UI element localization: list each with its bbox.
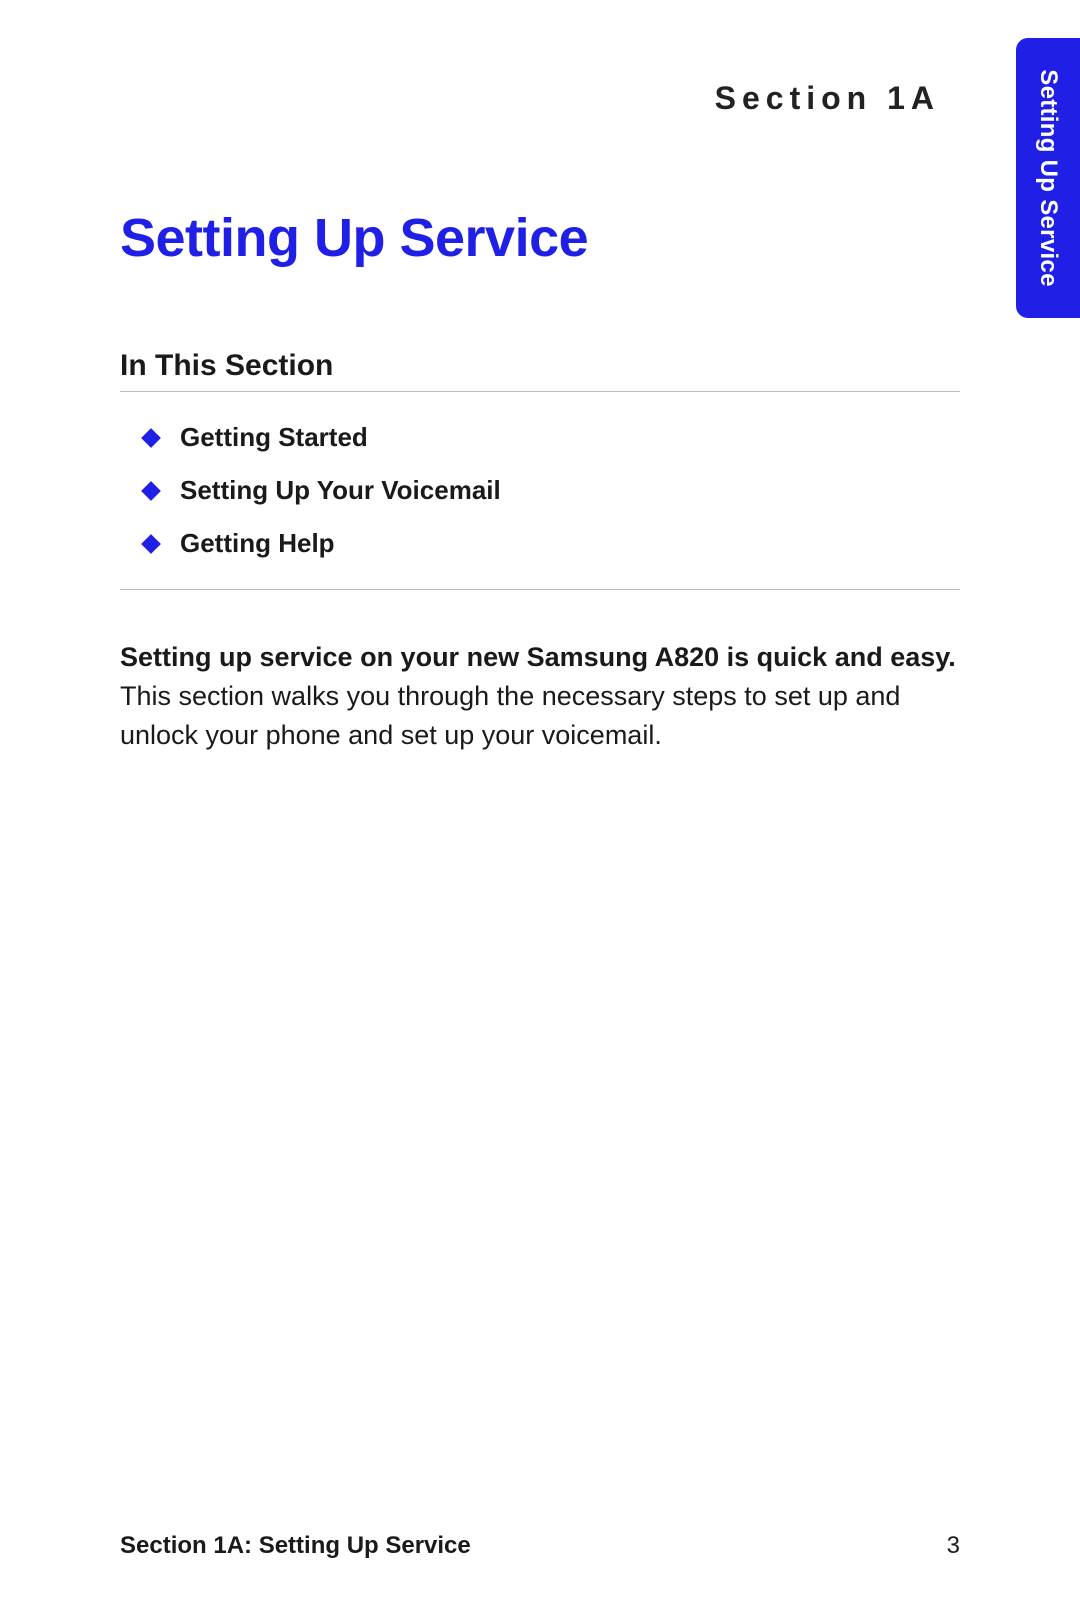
page-container: Section 1A Setting Up Service In This Se… [0, 0, 1080, 1620]
page-title: Setting Up Service [120, 207, 960, 269]
toc-list: Getting Started Setting Up Your Voicemai… [120, 422, 960, 559]
diamond-icon [141, 481, 161, 501]
page-footer: Section 1A: Setting Up Service 3 [120, 1532, 960, 1560]
toc-item-label: Getting Help [180, 528, 335, 559]
footer-section-label: Section 1A: Setting Up Service [120, 1532, 471, 1560]
section-label: Section 1A [120, 80, 960, 117]
page-number: 3 [947, 1532, 960, 1560]
intro-bold: Setting up service on your new Samsung A… [120, 642, 956, 672]
toc-item-label: Setting Up Your Voicemail [180, 475, 501, 506]
side-tab[interactable]: Setting Up Service [1016, 38, 1080, 318]
intro-paragraph: Setting up service on your new Samsung A… [120, 638, 960, 755]
divider [120, 391, 960, 392]
toc-item[interactable]: Getting Started [144, 422, 960, 453]
in-this-section-heading: In This Section [120, 349, 960, 383]
diamond-icon [141, 534, 161, 554]
side-tab-label: Setting Up Service [1034, 69, 1062, 286]
toc-item-label: Getting Started [180, 422, 368, 453]
intro-rest: This section walks you through the neces… [120, 681, 900, 750]
toc-item[interactable]: Setting Up Your Voicemail [144, 475, 960, 506]
divider [120, 589, 960, 590]
diamond-icon [141, 428, 161, 448]
toc-item[interactable]: Getting Help [144, 528, 960, 559]
